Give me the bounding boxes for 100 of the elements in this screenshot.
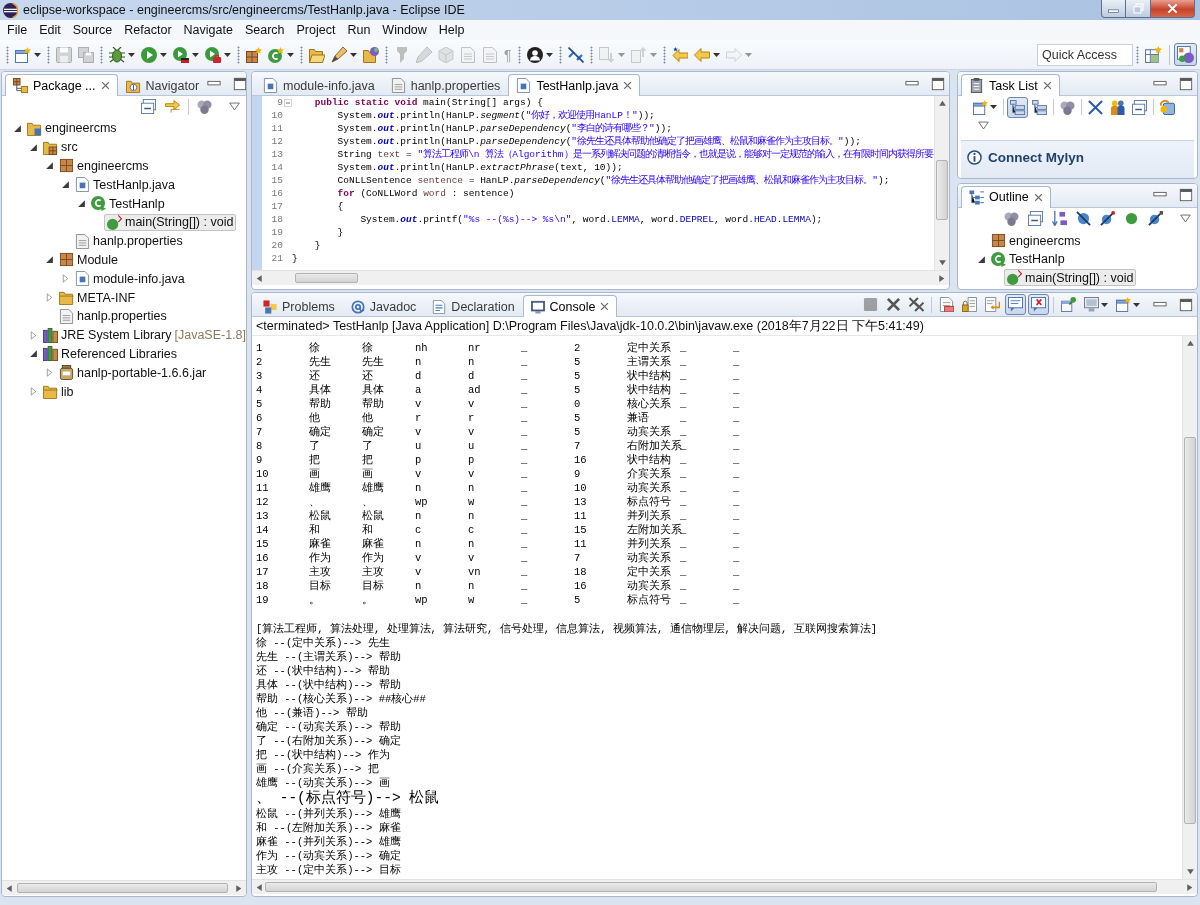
menu-item[interactable]: Project <box>290 21 342 39</box>
horizontal-scrollbar[interactable] <box>252 270 949 285</box>
minimize-button[interactable] <box>1101 0 1126 18</box>
tree-item[interactable]: hanlp.properties <box>56 307 170 325</box>
tree-item[interactable]: engineercms <box>988 232 1084 250</box>
sort-button[interactable] <box>1049 208 1070 229</box>
view-tab[interactable]: Console <box>522 295 618 317</box>
view-tab[interactable]: Task List <box>961 74 1060 96</box>
view-tab[interactable]: Problems <box>255 295 343 317</box>
connect-link[interactable]: Connect Mylyn <box>988 150 1084 166</box>
close-icon[interactable] <box>623 81 633 90</box>
menu-item[interactable]: Refactor <box>118 21 178 39</box>
show-output-button[interactable] <box>1005 294 1026 315</box>
tree-item[interactable]: engineercms <box>24 119 120 137</box>
view-tab[interactable]: Outline <box>961 185 1051 208</box>
tree-item[interactable]: hanlp.properties <box>72 232 186 250</box>
tree-item[interactable]: src <box>40 138 81 156</box>
editor-tab[interactable]: TestHanlp.java <box>508 74 641 96</box>
perspective-button[interactable] <box>1174 43 1197 66</box>
view-tab[interactable]: Navigator <box>117 74 208 96</box>
hide-static-button[interactable] <box>1097 208 1118 229</box>
tree-item[interactable]: lib <box>40 383 77 401</box>
restore-button[interactable] <box>1126 0 1151 18</box>
tree-arrow-icon[interactable] <box>12 123 22 133</box>
close-icon[interactable] <box>1033 192 1043 202</box>
maximize-icon[interactable] <box>233 76 246 91</box>
scroll-right-icon[interactable] <box>1185 882 1194 892</box>
tree-item[interactable]: JRE System Library [JavaSE-1.8] <box>40 326 246 344</box>
tree-item[interactable]: META-INF <box>56 289 139 307</box>
view-menu-icon[interactable] <box>978 119 989 131</box>
scroll-right-icon[interactable] <box>937 273 946 283</box>
tree-item[interactable]: hanlp-portable-1.6.6.jar <box>56 364 210 382</box>
tree-item[interactable]: TestHanlp <box>88 195 168 213</box>
scroll-down-icon[interactable] <box>1185 867 1195 876</box>
quick-access-field[interactable]: Quick Access <box>1037 43 1133 66</box>
menu-item[interactable]: File <box>1 21 34 39</box>
maximize-icon[interactable] <box>1179 297 1193 312</box>
tree-arrow-icon[interactable] <box>44 161 54 171</box>
categorized-button[interactable] <box>1007 96 1028 118</box>
tree-item[interactable]: module-info.java <box>72 270 188 288</box>
scroll-down-icon[interactable] <box>937 258 947 267</box>
scroll-lock-button[interactable] <box>959 294 980 315</box>
tree-arrow-icon[interactable] <box>44 255 54 265</box>
tree-arrow-icon[interactable] <box>76 199 86 209</box>
tree-item[interactable]: Referenced Libraries <box>40 345 181 363</box>
hide-local-types-button[interactable] <box>1145 208 1166 229</box>
vertical-scrollbar[interactable] <box>1182 336 1197 879</box>
output-cell: _ <box>733 593 740 607</box>
collapse-all-button[interactable] <box>1025 208 1046 229</box>
menu-item[interactable]: Search <box>238 21 291 39</box>
show-errors-button[interactable] <box>1028 294 1049 315</box>
editor-tab[interactable]: module-info.java <box>255 74 383 96</box>
scrollbar-thumb[interactable] <box>295 273 359 283</box>
tree-item[interactable]: engineercms <box>56 157 152 175</box>
vertical-scrollbar[interactable] <box>934 96 949 270</box>
close-icon[interactable] <box>1042 81 1052 90</box>
open-console-button[interactable] <box>1113 294 1143 315</box>
close-icon[interactable] <box>600 302 610 311</box>
collapse-all-button[interactable] <box>138 96 159 117</box>
tree-item[interactable]: TestHanlp.java <box>72 176 178 194</box>
display-console-button[interactable] <box>1081 294 1111 315</box>
maximize-icon[interactable] <box>931 76 945 91</box>
tree-arrow-icon[interactable] <box>976 254 986 264</box>
tree-item[interactable]: Module <box>56 251 121 269</box>
view-menu-icon[interactable] <box>1180 213 1191 224</box>
scrollbar-thumb[interactable] <box>17 883 229 893</box>
scrollbar-thumb[interactable] <box>1184 437 1196 824</box>
view-tab[interactable]: Declaration <box>424 295 523 317</box>
close-icon[interactable] <box>100 81 110 90</box>
editor-tab[interactable]: hanlp.properties <box>382 74 509 96</box>
horizontal-scrollbar[interactable] <box>252 879 1197 894</box>
view-menu-icon[interactable] <box>229 101 240 112</box>
word-wrap-button[interactable] <box>982 294 1003 315</box>
tree-arrow-icon[interactable] <box>28 349 38 359</box>
menu-item[interactable]: Navigate <box>177 21 239 39</box>
tree-item[interactable]: main(String[]) : void <box>1004 269 1137 287</box>
view-tab[interactable]: Package ... <box>5 74 118 96</box>
horizontal-scrollbar[interactable] <box>2 880 246 895</box>
menu-item[interactable]: Source <box>66 21 119 39</box>
pin-console-button[interactable] <box>1058 294 1079 315</box>
scroll-right-icon[interactable] <box>234 883 243 893</box>
tree-arrow-icon[interactable] <box>60 180 70 190</box>
scrollbar-thumb[interactable] <box>265 882 1158 892</box>
scrollbar-thumb[interactable] <box>936 160 948 220</box>
scroll-left-icon[interactable] <box>255 273 264 283</box>
menu-item[interactable]: Window <box>376 21 433 39</box>
scroll-up-icon[interactable] <box>1185 339 1195 348</box>
menu-item[interactable]: Help <box>432 21 471 39</box>
scroll-up-icon[interactable] <box>937 99 947 108</box>
tree-item[interactable]: TestHanlp <box>988 250 1068 268</box>
maximize-icon[interactable] <box>1179 188 1193 202</box>
hide-fields-button[interactable] <box>1073 208 1094 229</box>
close-button[interactable] <box>1151 0 1195 18</box>
tree-item[interactable]: main(String[]) : void <box>104 213 237 231</box>
menu-item[interactable]: Run <box>341 21 377 39</box>
maximize-icon[interactable] <box>1179 76 1193 91</box>
tree-arrow-icon[interactable] <box>28 142 38 152</box>
menu-item[interactable]: Edit <box>33 21 67 39</box>
scroll-left-icon[interactable] <box>5 883 14 893</box>
view-tab[interactable]: Javadoc <box>342 295 425 317</box>
